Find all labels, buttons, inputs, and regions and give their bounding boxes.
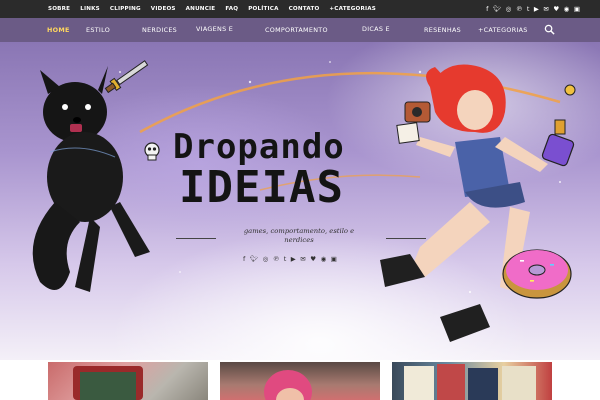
nav-item-nerdices[interactable]: NERDICES [142, 26, 177, 34]
tumblr-icon[interactable]: t [284, 255, 287, 263]
spotify-icon[interactable]: ◉ [564, 6, 570, 13]
logo-title-line2: IDEIAS [179, 162, 344, 213]
top-link-videos[interactable]: VIDEOS [151, 6, 176, 12]
featured-post-card[interactable] [392, 362, 552, 400]
tagline-divider-left [176, 238, 216, 239]
facebook-icon[interactable]: f [243, 255, 245, 263]
heart-icon[interactable]: ♥ [310, 255, 316, 263]
dagger-icon [104, 60, 149, 94]
main-navigation: HOME ESTILO NERDICES VIAGENS E EVENTOS C… [0, 18, 600, 55]
tagline-divider-right [386, 238, 426, 239]
nav-item-categorias[interactable]: +CATEGORIAS [478, 26, 528, 34]
heart-icon[interactable]: ♥ [553, 6, 559, 13]
nav-item-resenhas[interactable]: RESENHAS [424, 26, 461, 34]
top-social-icons: f 🐦︎ ◎ ℗ t ▶ ✉ ♥ ◉ ▣ [482, 0, 580, 18]
pinterest-icon[interactable]: ℗ [273, 255, 280, 263]
donut-icon [502, 249, 572, 299]
top-navigation: SOBRE LINKS CLIPPING VIDEOS ANUNCIE FAQ … [48, 0, 386, 18]
youtube-icon[interactable]: ▶ [534, 6, 539, 13]
top-link-categorias[interactable]: +CATEGORIAS [329, 6, 376, 12]
email-icon[interactable]: ✉ [543, 6, 548, 13]
nintendo-3ds-photo [73, 366, 143, 400]
top-link-politica[interactable]: POLÍTICA [248, 6, 278, 12]
top-link-contato[interactable]: CONTATO [289, 6, 320, 12]
twitch-icon[interactable]: ▣ [331, 255, 337, 263]
top-bar: SOBRE LINKS CLIPPING VIDEOS ANUNCIE FAQ … [0, 0, 600, 18]
nav-item-comportamento[interactable]: COMPORTAMENTO [265, 26, 328, 34]
top-link-links[interactable]: LINKS [80, 6, 100, 12]
twitter-icon[interactable]: 🐦︎ [250, 255, 258, 263]
instagram-icon[interactable]: ◎ [263, 255, 269, 263]
youtube-icon[interactable]: ▶ [291, 255, 296, 263]
spotify-icon[interactable]: ◉ [321, 255, 327, 263]
logo-title-line1: Dropando [173, 127, 345, 167]
pinterest-icon[interactable]: ℗ [516, 6, 523, 13]
person-pink-hair-photo [264, 370, 312, 400]
instagram-icon[interactable]: ◎ [506, 6, 512, 13]
books-photo [404, 364, 536, 400]
skull-icon [144, 142, 160, 161]
featured-post-card[interactable] [48, 362, 208, 400]
top-link-faq[interactable]: FAQ [225, 6, 238, 12]
twitch-icon[interactable]: ▣ [574, 6, 580, 13]
site-logo[interactable]: Dropando IDEIAS [173, 130, 429, 210]
hero-social-icons: f 🐦︎ ◎ ℗ t ▶ ✉ ♥ ◉ ▣ [243, 255, 341, 263]
hero-banner: Dropando IDEIAS games, comportamento, es… [0, 42, 600, 360]
search-icon[interactable] [544, 24, 555, 35]
facebook-icon[interactable]: f [486, 6, 488, 13]
black-dog-illustration [32, 66, 150, 292]
nav-item-estilo[interactable]: ESTILO [86, 26, 110, 34]
twitter-icon[interactable]: 🐦︎ [493, 6, 501, 13]
top-link-clipping[interactable]: CLIPPING [110, 6, 141, 12]
nav-item-home[interactable]: HOME [47, 26, 70, 34]
email-icon[interactable]: ✉ [300, 255, 305, 263]
featured-post-card[interactable] [220, 362, 380, 400]
site-tagline: games, comportamento, estilo e nerdices [243, 227, 355, 244]
featured-posts [0, 360, 600, 400]
top-link-sobre[interactable]: SOBRE [48, 6, 70, 12]
tumblr-icon[interactable]: t [527, 6, 530, 13]
top-link-anuncie[interactable]: ANUNCIE [186, 6, 216, 12]
